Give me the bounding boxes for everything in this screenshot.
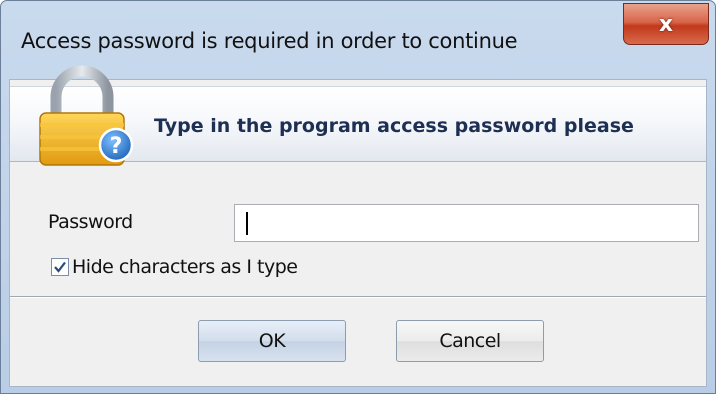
button-area-divider [10,296,706,298]
close-icon: x [658,11,674,37]
window-title: Access password is required in order to … [21,29,518,53]
dialog-body: ? Type in the program access password pl… [9,65,707,387]
password-label: Password [48,211,133,233]
lock-question-icon: ? [39,65,134,166]
password-dialog: Access password is required in order to … [0,0,716,394]
banner-message: Type in the program access password plea… [154,115,634,137]
password-input[interactable] [234,204,699,242]
ok-button[interactable]: OK [198,320,346,362]
hide-characters-label[interactable]: Hide characters as I type [72,256,298,278]
close-button[interactable]: x [623,3,709,45]
header-banner: ? Type in the program access password pl… [10,65,706,166]
cancel-button[interactable]: Cancel [396,320,544,362]
checkmark-icon [54,261,66,273]
text-caret [246,212,248,235]
svg-text:?: ? [110,134,123,159]
hide-characters-checkbox[interactable] [51,258,69,276]
